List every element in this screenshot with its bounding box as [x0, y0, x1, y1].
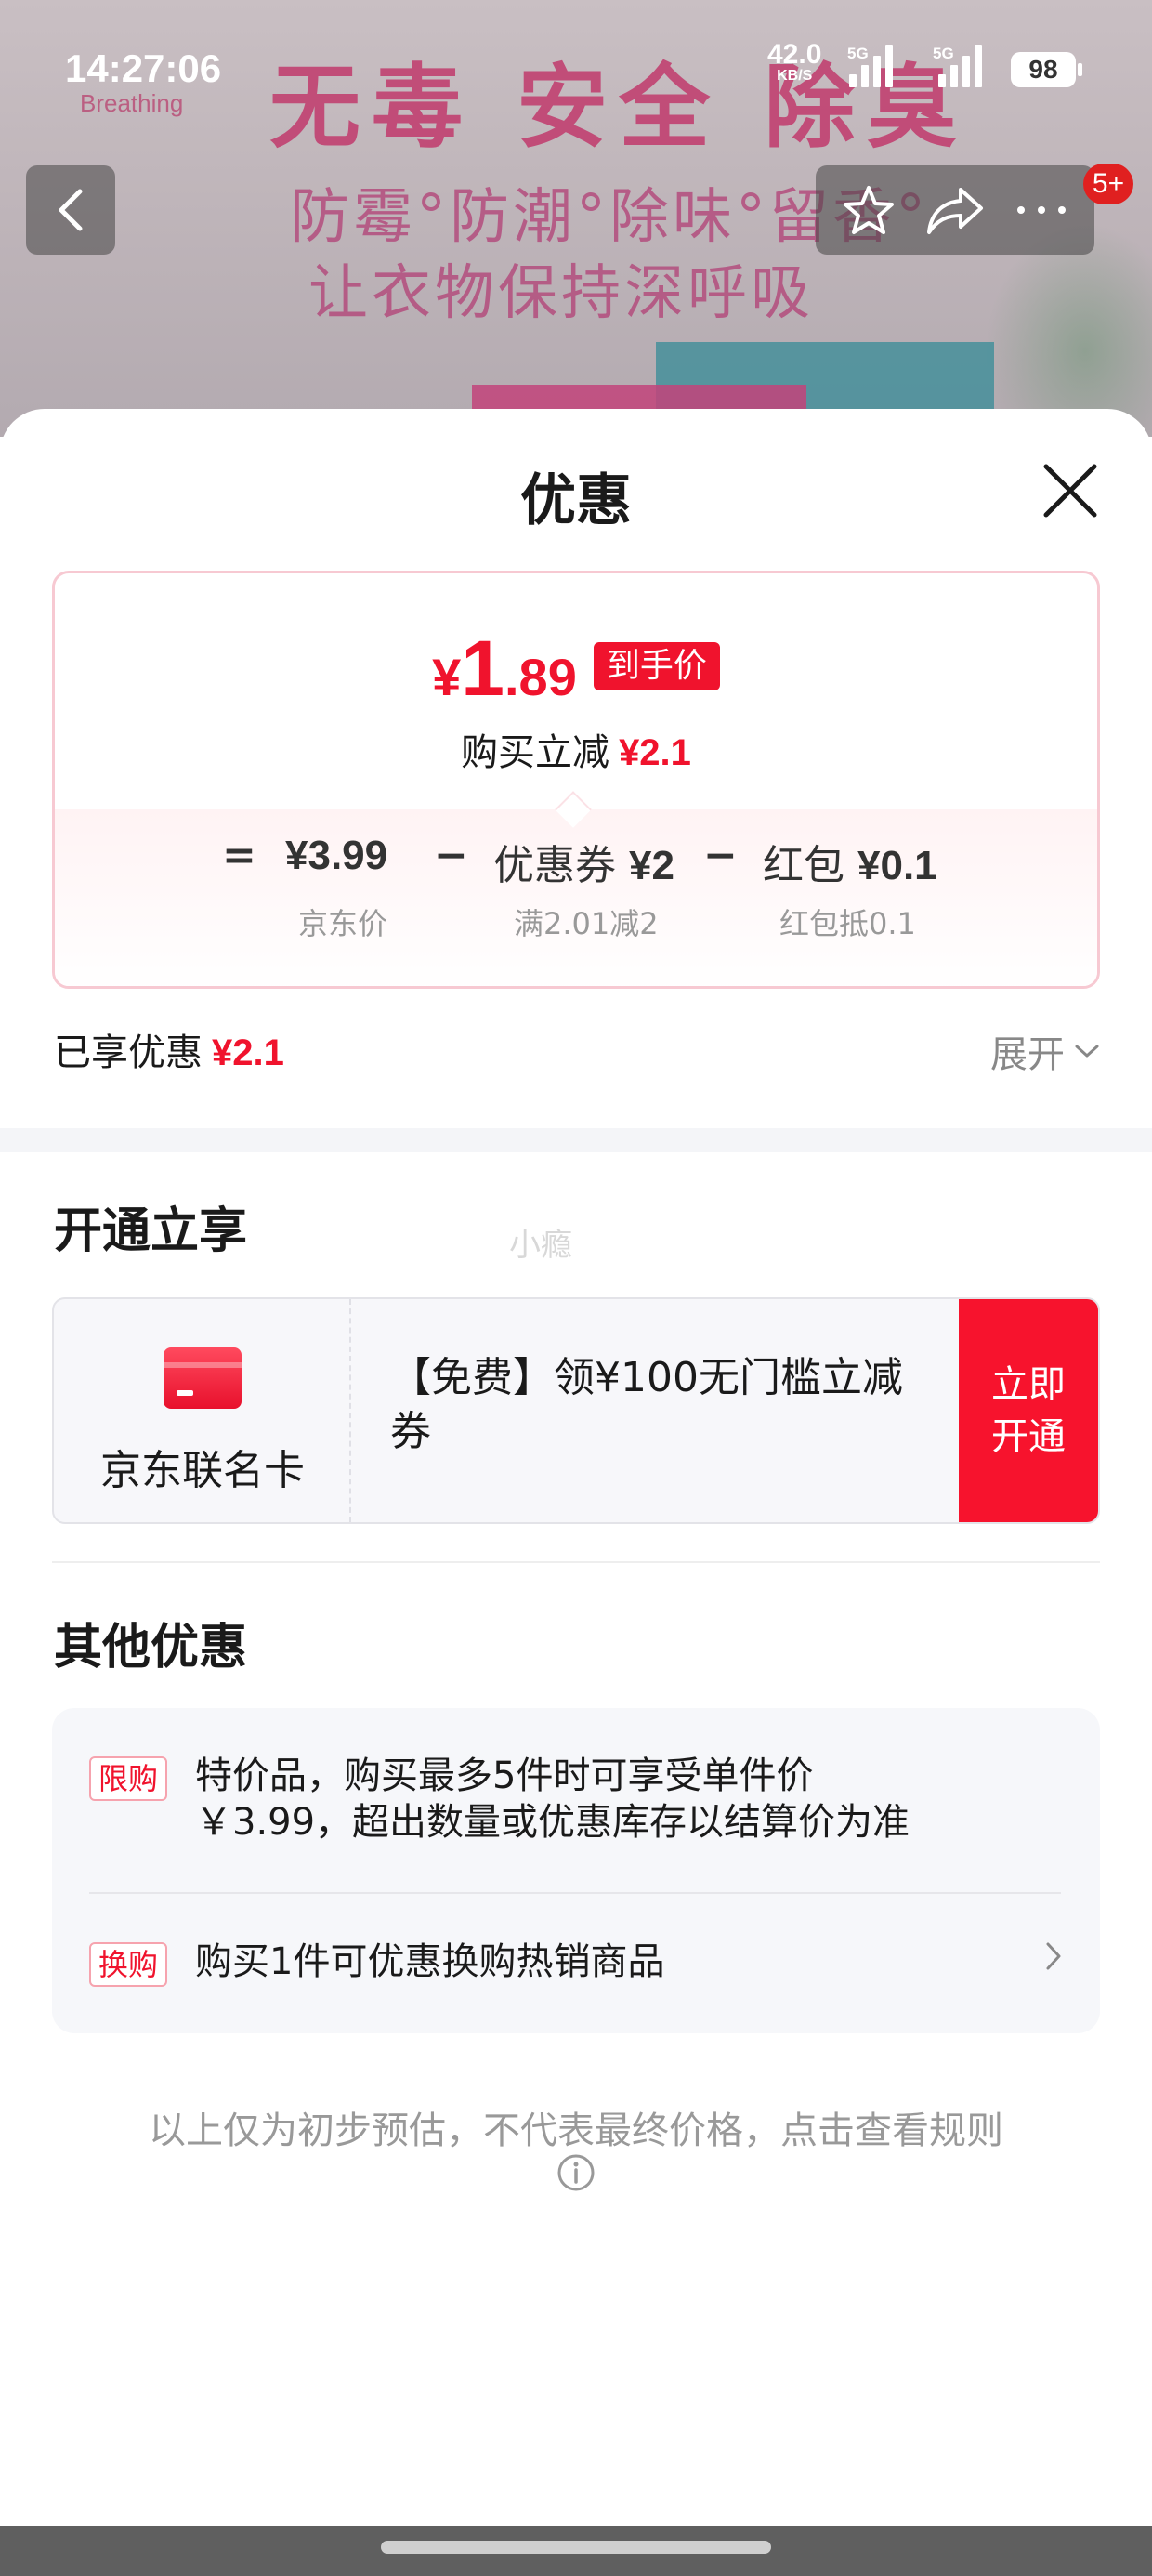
formula-minus-2: −: [703, 832, 738, 879]
share-icon: [926, 188, 983, 234]
offer-tag-limit: 限购: [89, 1756, 168, 1801]
battery-indicator: 98: [1011, 52, 1082, 87]
status-time: 14:27:06: [65, 46, 222, 90]
other-section-title: 其他优惠: [54, 1620, 248, 1676]
watermark-text: 小瘾: [509, 1227, 572, 1264]
product-brand: Breathing: [80, 89, 184, 117]
open-section-title: 开通立享: [54, 1203, 248, 1259]
section-divider: [0, 1128, 1152, 1152]
formula-equals: =: [222, 832, 256, 879]
coupon-label: 优惠券: [493, 842, 616, 889]
price-decimal: .89: [504, 648, 577, 706]
redpacket-term: 红包 ¥0.1: [763, 832, 937, 891]
other-offers-box: 限购 特价品，购买最多5件时可享受单件价 ￥3.99，超出数量或优惠库存以结算价…: [52, 1708, 1100, 2033]
instant-discount-row: 购买立减 ¥2.1: [55, 722, 1097, 776]
more-button[interactable]: [1004, 173, 1079, 247]
info-icon: [557, 2154, 595, 2191]
instant-discount-amount: ¥2.1: [619, 732, 691, 773]
network-speed: 42.0 KB/S: [767, 41, 821, 84]
home-indicator[interactable]: [381, 2541, 771, 2554]
price-currency: ¥: [432, 648, 462, 706]
footer-disclaimer[interactable]: 以上仅为初步预估，不代表最终价格，点击查看规则: [0, 2100, 1152, 2154]
instant-discount-label: 购买立减: [461, 731, 610, 774]
final-price-row: ¥1.89 到手价: [55, 629, 1097, 707]
sheet-title: 优惠: [520, 468, 632, 533]
offer-text-limit-line1: 特价品，购买最多5件时可享受单件价: [195, 1755, 814, 1797]
open-now-button[interactable]: 立即开通: [959, 1299, 1098, 1522]
coupon-term: 优惠券 ¥2: [493, 832, 674, 891]
chevron-down-icon: [1075, 1045, 1099, 1058]
offer-text-limit-line2: ￥3.99，超出数量或优惠库存以结算价为准: [195, 1801, 910, 1844]
enjoyed-discount-amount: ¥2.1: [212, 1032, 284, 1073]
price-integer: 1: [461, 624, 504, 712]
enjoyed-discount-label: 已享优惠: [54, 1032, 203, 1074]
jd-card-name: 京东联名卡: [100, 1447, 305, 1494]
plant-decoration: [985, 223, 1152, 437]
coupon-value: ¥2: [629, 843, 674, 888]
product-slogan-line: 让衣物保持深呼吸: [308, 259, 814, 328]
top-action-group: [816, 165, 1094, 255]
expand-button[interactable]: 展开: [990, 1024, 1100, 1078]
chevron-left-icon: [59, 189, 83, 231]
jd-card-left: 京东联名卡: [54, 1299, 351, 1522]
more-icon: [1017, 206, 1067, 214]
message-count-badge: 5+: [1083, 164, 1133, 204]
final-price: ¥1.89: [432, 629, 577, 707]
signal-strength-icon-2: [938, 41, 994, 87]
redpacket-desc: 红包抵0.1: [779, 906, 916, 941]
enjoyed-discount-row: 已享优惠 ¥2.1: [54, 1022, 284, 1076]
favorite-button[interactable]: [831, 173, 906, 247]
network-speed-value: 42.0: [767, 39, 822, 70]
redpacket-value: ¥0.1: [857, 843, 937, 888]
final-price-tag: 到手价: [593, 642, 720, 690]
offer-separator: [89, 1892, 1061, 1894]
share-button[interactable]: [918, 173, 992, 247]
network-speed-unit: KB/S: [777, 68, 813, 84]
formula-minus-1: −: [434, 832, 468, 879]
price-breakdown-card: ¥1.89 到手价 购买立减 ¥2.1 = ¥3.99 京东价 − 优惠券 ¥2 …: [52, 571, 1100, 989]
exchange-offer-arrow[interactable]: [1044, 1940, 1063, 1976]
info-button[interactable]: [556, 2152, 596, 2197]
price-formula: = ¥3.99 京东价 − 优惠券 ¥2 满2.01减2 − 红包 ¥0.1 红…: [55, 832, 1097, 941]
jd-card-offer[interactable]: 京东联名卡 【免费】领¥100无门槛立减券 立即开通: [52, 1297, 1100, 1524]
offer-tag-exchange: 换购: [89, 1942, 168, 1987]
back-button[interactable]: [26, 165, 115, 255]
signal-strength-icon: [849, 41, 905, 87]
offer-text-exchange[interactable]: 购买1件可优惠换购热销商品: [195, 1939, 664, 1985]
close-icon: [1043, 464, 1097, 518]
redpacket-label: 红包: [763, 842, 844, 889]
expand-label: 展开: [990, 1033, 1065, 1076]
jd-price-label: 京东价: [298, 906, 388, 941]
chevron-right-icon: [1046, 1942, 1061, 1970]
thin-divider: [52, 1561, 1100, 1563]
discount-sheet: 优惠 ¥1.89 到手价 购买立减 ¥2.1 = ¥3.99 京东价 − 优惠券…: [0, 409, 1152, 2526]
credit-card-icon: [164, 1347, 242, 1409]
star-icon: [843, 186, 894, 234]
open-now-label: 立即开通: [991, 1363, 1066, 1458]
jd-price-value: ¥3.99: [285, 833, 388, 878]
close-button[interactable]: [1033, 453, 1107, 528]
coupon-desc: 满2.01减2: [514, 906, 659, 941]
jd-card-desc: 【免费】领¥100无门槛立减券: [390, 1354, 903, 1455]
jd-price-term: ¥3.99: [285, 832, 387, 879]
